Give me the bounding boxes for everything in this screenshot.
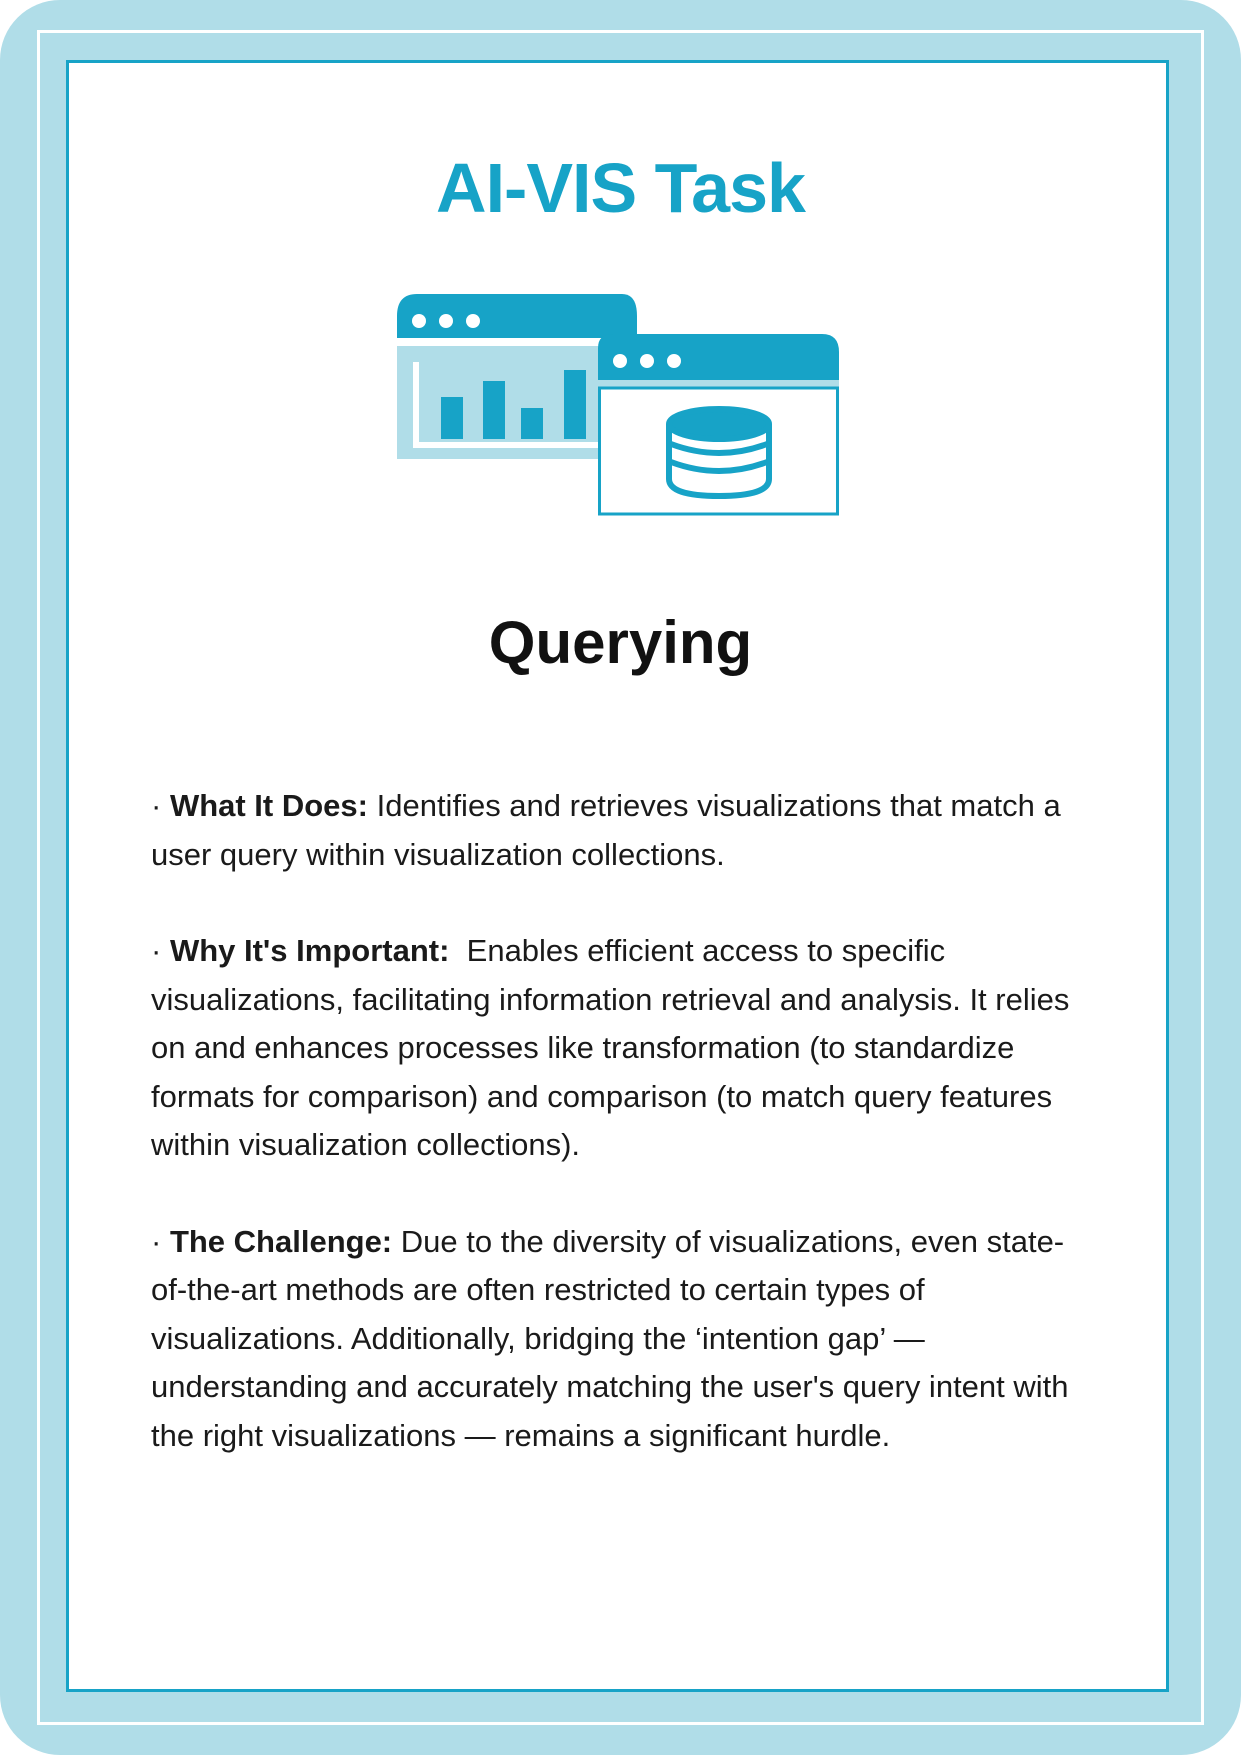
- section-challenge: · The Challenge: Due to the diversity of…: [151, 1218, 1091, 1461]
- bullet: ·: [151, 1223, 170, 1259]
- bullet: ·: [151, 933, 170, 968]
- section-what-it-does: · What It Does: Identifies and retrieves…: [151, 782, 1091, 879]
- bullet: ·: [151, 788, 170, 823]
- section-why-important: · Why It's Important: Enables efficient …: [151, 927, 1091, 1170]
- browser-windows-chart-database-icon: [397, 294, 839, 516]
- database-window-icon: [598, 334, 839, 516]
- section-label: Why It's Important:: [169, 933, 450, 968]
- card-title: AI-VIS Task: [436, 149, 806, 227]
- description: · What It Does: Identifies and retrieves…: [151, 782, 1091, 1508]
- section-label: The Challenge:: [169, 1223, 393, 1259]
- task-heading: Querying: [488, 609, 753, 676]
- section-label: What It Does:: [169, 788, 368, 823]
